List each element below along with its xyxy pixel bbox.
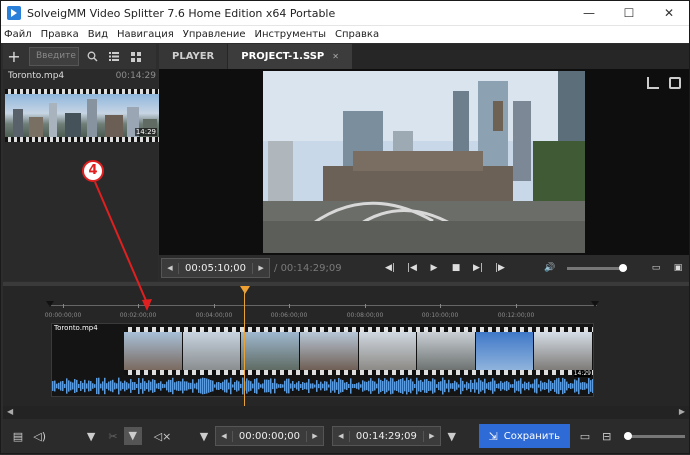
save-icon: ⇲ [488,429,498,443]
output-folder-icon[interactable]: ▭ [574,430,596,443]
end-marker-dropdown-icon[interactable]: ▼ [441,430,463,443]
cut-icon[interactable]: ✂ [102,430,124,443]
zoom-knob[interactable] [623,431,632,440]
app-window: SolveigMM Video Splitter 7.6 Home Editio… [0,0,690,454]
start-time-forward-icon[interactable]: ▶ [307,432,323,440]
select-fragment-icon[interactable]: ▼ [123,427,142,445]
start-marker-dropdown-icon[interactable]: ▼ [193,430,215,443]
track-duration: 14:29 [573,370,591,377]
end-time-field[interactable]: ◀ 00:14:29;09 ▶ [331,426,441,446]
track-clip-name: Toronto.mp4 [54,324,98,332]
start-time-back-icon[interactable]: ◀ [216,432,232,440]
filmstrip-icon[interactable]: ▤ [7,430,29,443]
zoom-icon[interactable]: ⊟ [596,430,618,443]
annotation-step-badge: 4 [82,160,104,182]
save-button-label: Сохранить [503,430,561,442]
start-time: 00:00:00;00 [231,430,307,442]
end-time-forward-icon[interactable]: ▶ [424,432,440,440]
save-button[interactable]: ⇲ Сохранить [478,424,571,448]
zoom-slider[interactable] [623,431,685,440]
bottom-toolbar: ▤ ◁) ▼ ✂ ▼ ◁× ▼ ◀ 00:00:00;00 ▶ ◀ 00:14:… [3,419,689,453]
end-time-back-icon[interactable]: ◀ [333,432,349,440]
audio-track-icon[interactable]: ◁) [29,430,51,443]
end-time: 00:14:29;09 [348,430,424,442]
mute-icon[interactable]: ◁× [152,430,174,443]
add-marker-icon[interactable]: ▼ [80,430,102,443]
start-time-field[interactable]: ◀ 00:00:00;00 ▶ [214,426,324,446]
annotation-arrow [94,181,152,311]
